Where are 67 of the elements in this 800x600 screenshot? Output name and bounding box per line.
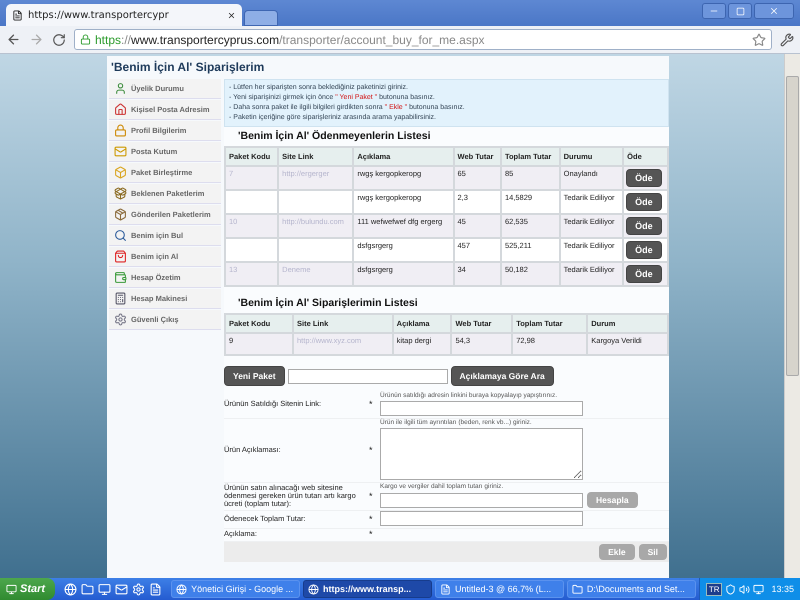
- taskbar-task[interactable]: Untitled-3 @ 66,7% (L...: [434, 580, 564, 598]
- shield-icon: [725, 584, 736, 594]
- desktop-icon[interactable]: [98, 582, 112, 596]
- required-mark: *: [369, 490, 374, 500]
- padlock-icon: [114, 124, 127, 137]
- pay-button[interactable]: Öde: [626, 241, 662, 259]
- pay-button[interactable]: Öde: [626, 193, 662, 211]
- calculator-icon: [114, 292, 127, 305]
- folder-icon: [572, 584, 583, 594]
- folder-icon[interactable]: [81, 582, 94, 596]
- mailbox-icon: [114, 145, 127, 158]
- taskbar-task[interactable]: Yönetici Girişi - Google ...: [171, 580, 300, 598]
- wrench-icon[interactable]: [780, 32, 794, 46]
- back-icon[interactable]: [6, 32, 21, 47]
- taskbar-task[interactable]: https://www.transp...: [303, 580, 432, 598]
- required-mark: *: [369, 399, 374, 409]
- gear-icon: [114, 313, 127, 326]
- pay-button[interactable]: Öde: [626, 169, 662, 187]
- table-title: 'Benim İçin Al' Siparişlerimin Listesi: [237, 296, 419, 311]
- browser-icon[interactable]: [64, 582, 78, 596]
- browser-tab[interactable]: https://www.transportercypr: [6, 4, 242, 26]
- globe-icon: [308, 584, 319, 594]
- new-tab-button[interactable]: [244, 10, 278, 26]
- start-button[interactable]: Start: [0, 578, 56, 600]
- required-mark: *: [369, 529, 374, 539]
- required-mark: *: [369, 444, 374, 454]
- address-bar[interactable]: https://www.transportercyprus.com/transporter/account_buy_for_me.aspx: [74, 29, 772, 50]
- speaker-icon: [739, 584, 750, 594]
- page-icon: [12, 10, 23, 20]
- table-title: 'Benim İçin Al' Ödenmeyenlerin Listesi: [237, 129, 432, 144]
- input-field[interactable]: [380, 401, 583, 416]
- pay-button[interactable]: Öde: [626, 265, 662, 283]
- maximize-button[interactable]: [728, 3, 752, 19]
- user-icon: [114, 82, 127, 95]
- new-package-button[interactable]: Yeni Paket: [224, 366, 285, 386]
- taskbar-task[interactable]: D:\Documents and Set...: [566, 580, 696, 598]
- close-icon[interactable]: [227, 10, 236, 20]
- document-icon: [440, 584, 451, 594]
- box-icon: [114, 166, 127, 179]
- search-button[interactable]: Açıklamaya Göre Ara: [450, 366, 554, 386]
- package-icon: [114, 208, 127, 221]
- document-icon[interactable]: [149, 582, 162, 596]
- network-icon: [753, 584, 764, 594]
- globe-icon: [176, 584, 188, 594]
- required-mark: *: [369, 514, 374, 524]
- language-indicator[interactable]: TR: [706, 582, 722, 596]
- scrollbar[interactable]: [784, 54, 800, 578]
- clock: 13:35: [771, 584, 794, 594]
- house-icon: [114, 103, 127, 116]
- pay-button[interactable]: Öde: [626, 217, 662, 235]
- gear-icon[interactable]: [132, 582, 146, 596]
- windows-icon: [6, 584, 17, 594]
- search-field[interactable]: [288, 368, 448, 384]
- close-icon: [769, 6, 779, 16]
- reload-icon[interactable]: [52, 32, 66, 46]
- close-button[interactable]: [754, 3, 794, 19]
- padlock-icon: [80, 34, 91, 45]
- open-box-icon: [114, 187, 127, 200]
- page-title: 'Benim İçin Al' Siparişlerim: [110, 59, 266, 76]
- input-field[interactable]: [380, 492, 583, 508]
- input-field[interactable]: [380, 511, 583, 526]
- wallet-icon: [114, 271, 127, 284]
- search-icon: [114, 229, 127, 242]
- star-icon[interactable]: [752, 32, 766, 46]
- bag-icon: [114, 250, 127, 263]
- maximize-icon: [736, 6, 744, 16]
- mail-icon[interactable]: [115, 582, 128, 596]
